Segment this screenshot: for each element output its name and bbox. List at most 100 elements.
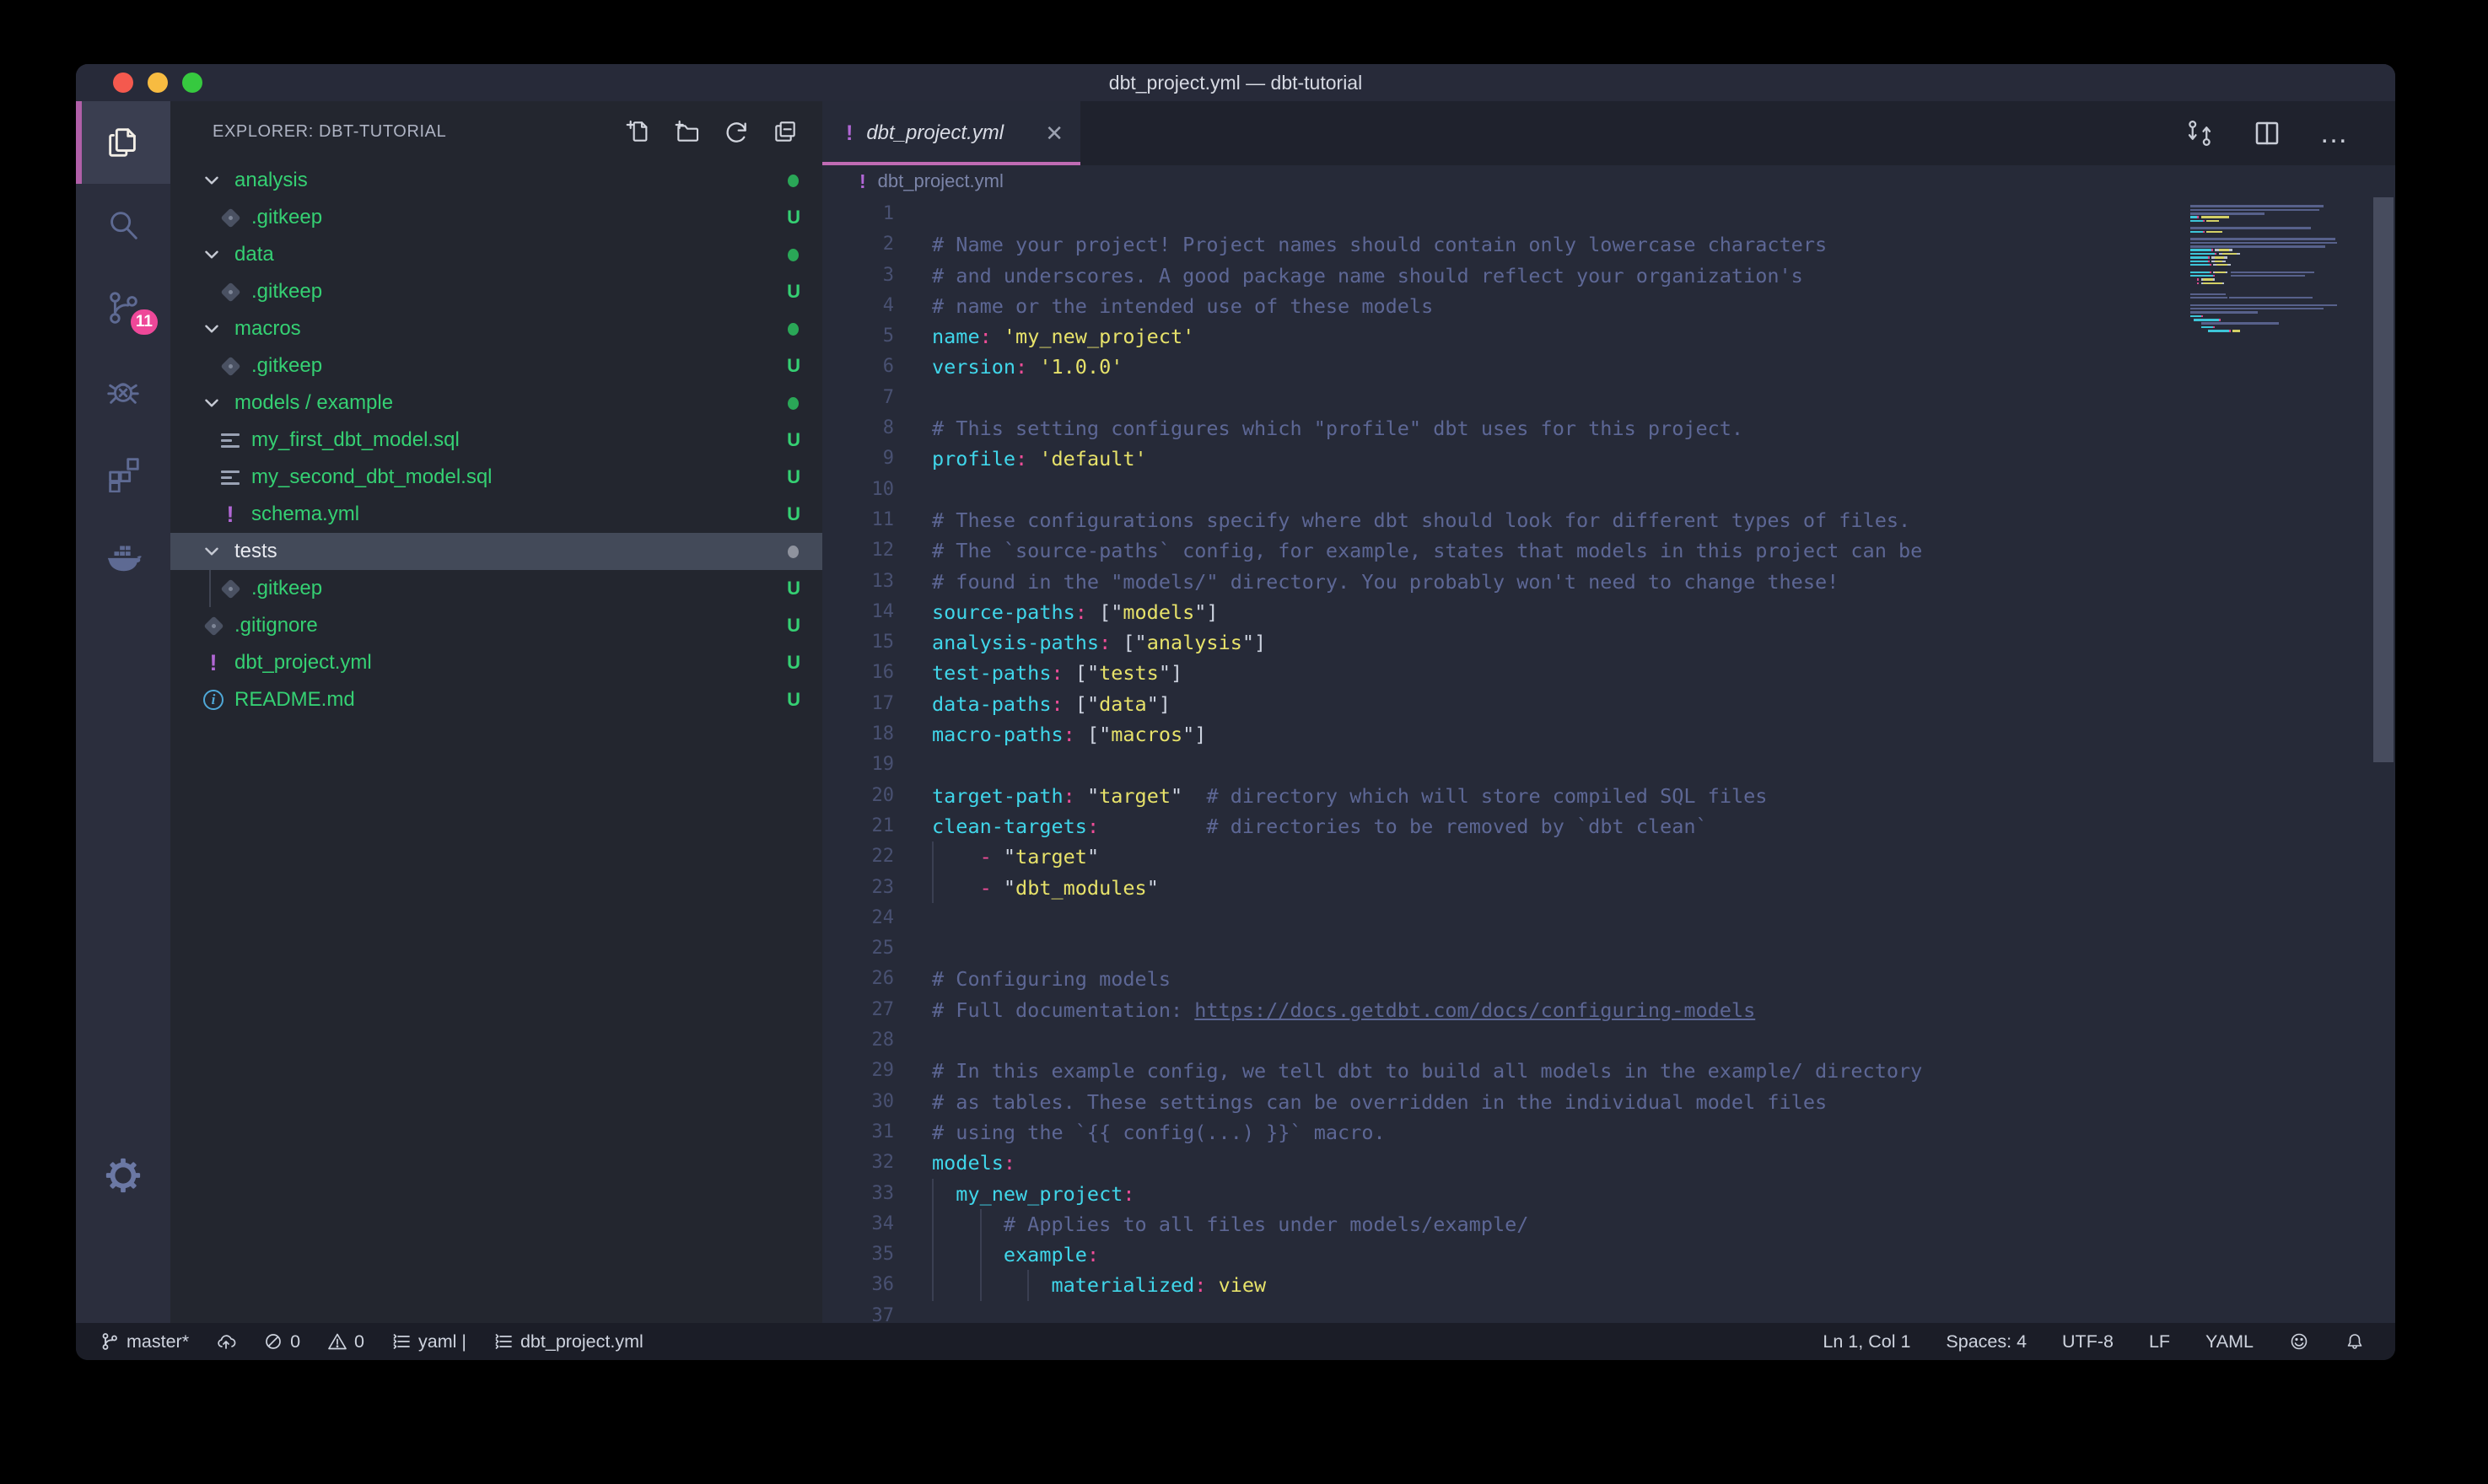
- status-feedback[interactable]: [2289, 1331, 2309, 1352]
- line-number: 4: [822, 291, 894, 321]
- status-indentation[interactable]: Spaces: 4: [1946, 1331, 2027, 1352]
- tree-item-my-first-dbt-model-sql[interactable]: my_first_dbt_model.sqlU: [170, 422, 822, 459]
- status-label: yaml |: [418, 1331, 466, 1352]
- status-errors[interactable]: 0: [263, 1331, 300, 1352]
- git-file-icon: [220, 578, 240, 599]
- tree-item--gitignore[interactable]: .gitignoreU: [170, 607, 822, 644]
- tree-item-models-example[interactable]: models / example: [170, 384, 822, 422]
- status-label: LF: [2149, 1331, 2170, 1352]
- git-file-icon: [220, 207, 240, 228]
- breadcrumb[interactable]: ! dbt_project.yml: [822, 165, 2395, 197]
- line-number: 28: [822, 1025, 894, 1056]
- tree-item--gitkeep[interactable]: .gitkeepU: [170, 570, 822, 607]
- tab-dbt-project-yml[interactable]: ! dbt_project.yml ✕: [822, 101, 1080, 165]
- status-label: dbt_project.yml: [520, 1331, 644, 1352]
- line-number: 2: [822, 229, 894, 260]
- manage-gear-icon[interactable]: [76, 1137, 170, 1213]
- line-number: 16: [822, 658, 894, 688]
- tree-item--gitkeep[interactable]: .gitkeepU: [170, 199, 822, 236]
- circle-slash-icon: [263, 1331, 283, 1352]
- git-untracked-badge: U: [787, 578, 800, 600]
- git-status-dot: [788, 249, 799, 261]
- code-line-1: 1: [822, 199, 2190, 229]
- code-line-7: 7: [822, 383, 2190, 413]
- indent-guide: [980, 1270, 982, 1300]
- status-notifications[interactable]: [2345, 1331, 2365, 1352]
- status-active-file[interactable]: dbt_project.yml: [493, 1331, 644, 1352]
- split-editor-icon[interactable]: [2252, 118, 2282, 148]
- status-linter-yaml[interactable]: yaml |: [391, 1331, 466, 1352]
- tree-item-schema-yml[interactable]: !schema.ymlU: [170, 496, 822, 533]
- git-untracked-badge: U: [787, 281, 800, 303]
- activity-item-debug[interactable]: [76, 349, 170, 432]
- activity-item-extensions[interactable]: [76, 432, 170, 514]
- code-line-9: 9profile: 'default': [822, 444, 2190, 474]
- line-number: 14: [822, 597, 894, 627]
- code-editor[interactable]: 12# Name your project! Project names sho…: [822, 197, 2395, 1323]
- tree-item-tests[interactable]: tests: [170, 533, 822, 570]
- editor-scrollbar[interactable]: [2372, 197, 2395, 1323]
- indent-guide: [980, 1239, 982, 1270]
- code-line-2: 2# Name your project! Project names shou…: [822, 229, 2190, 260]
- tree-item-label: README.md: [234, 688, 355, 712]
- collapse-all-icon[interactable]: [772, 118, 799, 145]
- code-line-36: 36 materialized: view: [822, 1270, 2190, 1300]
- status-publish-changes[interactable]: [216, 1331, 236, 1352]
- code-line-31: 31# using the `{{ config(...) }}` macro.: [822, 1117, 2190, 1148]
- indent-guide: [1027, 1270, 1029, 1300]
- file-tree: analysis.gitkeepUdata.gitkeepUmacros.git…: [170, 162, 822, 1323]
- indent-guide: [932, 841, 934, 872]
- minimize-window-button[interactable]: [148, 73, 168, 93]
- explorer-icon: [104, 123, 143, 162]
- status-eol[interactable]: LF: [2149, 1331, 2170, 1352]
- chevron-down-icon: [201, 244, 226, 266]
- tree-item-label: data: [234, 243, 274, 266]
- new-folder-icon[interactable]: [674, 118, 701, 145]
- status-warnings[interactable]: 0: [327, 1331, 364, 1352]
- git-untracked-badge: U: [787, 466, 800, 488]
- line-number: 10: [822, 475, 894, 505]
- tree-item-data[interactable]: data: [170, 236, 822, 273]
- open-changes-icon[interactable]: [2184, 118, 2215, 148]
- active-tab-indicator: [822, 162, 1080, 165]
- more-actions-icon[interactable]: …: [2319, 117, 2350, 150]
- code-line-34: 34 # Applies to all files under models/e…: [822, 1209, 2190, 1239]
- activity-item-search[interactable]: [76, 184, 170, 266]
- zoom-window-button[interactable]: [182, 73, 202, 93]
- code-line-14: 14source-paths: ["models"]: [822, 597, 2190, 627]
- status-label: UTF-8: [2062, 1331, 2114, 1352]
- code-line-37: 37: [822, 1301, 2190, 1323]
- code-line-10: 10: [822, 475, 2190, 505]
- line-number: 22: [822, 841, 894, 872]
- close-window-button[interactable]: [113, 73, 133, 93]
- tree-item-readme-md[interactable]: iREADME.mdU: [170, 681, 822, 718]
- line-number: 12: [822, 535, 894, 566]
- tab-bar: ! dbt_project.yml ✕ …: [822, 101, 2395, 165]
- new-file-icon[interactable]: [625, 118, 652, 145]
- status-encoding[interactable]: UTF-8: [2062, 1331, 2114, 1352]
- status-git-branch-status[interactable]: master*: [100, 1331, 189, 1352]
- tree-item--gitkeep[interactable]: .gitkeepU: [170, 347, 822, 384]
- tree-indent-guide: [209, 570, 211, 607]
- activity-item-source-control[interactable]: 11: [76, 266, 170, 349]
- tree-item-analysis[interactable]: analysis: [170, 162, 822, 199]
- breadcrumb-file: dbt_project.yml: [878, 170, 1004, 192]
- refresh-icon[interactable]: [723, 118, 750, 145]
- cloud-upload-icon: [216, 1331, 236, 1352]
- status-bar: master* 0 0 yaml | dbt_project.yml Ln 1, Col…: [76, 1323, 2395, 1360]
- code-line-21: 21clean-targets: # directories to be rem…: [822, 811, 2190, 841]
- code-line-17: 17data-paths: ["data"]: [822, 689, 2190, 719]
- tree-item--gitkeep[interactable]: .gitkeepU: [170, 273, 822, 310]
- minimap[interactable]: [2190, 201, 2372, 336]
- scrollbar-thumb[interactable]: [2373, 197, 2394, 762]
- status-language-mode[interactable]: YAML: [2205, 1331, 2254, 1352]
- tree-item-my-second-dbt-model-sql[interactable]: my_second_dbt_model.sqlU: [170, 459, 822, 496]
- tree-item-dbt-project-yml[interactable]: !dbt_project.ymlU: [170, 644, 822, 681]
- status-cursor-position[interactable]: Ln 1, Col 1: [1823, 1331, 1910, 1352]
- activity-item-explorer[interactable]: [76, 101, 170, 184]
- activity-item-docker[interactable]: [76, 514, 170, 597]
- close-tab-icon[interactable]: ✕: [1045, 121, 1064, 147]
- git-untracked-badge: U: [787, 355, 800, 377]
- tree-item-macros[interactable]: macros: [170, 310, 822, 347]
- tab-label: dbt_project.yml: [866, 121, 1038, 145]
